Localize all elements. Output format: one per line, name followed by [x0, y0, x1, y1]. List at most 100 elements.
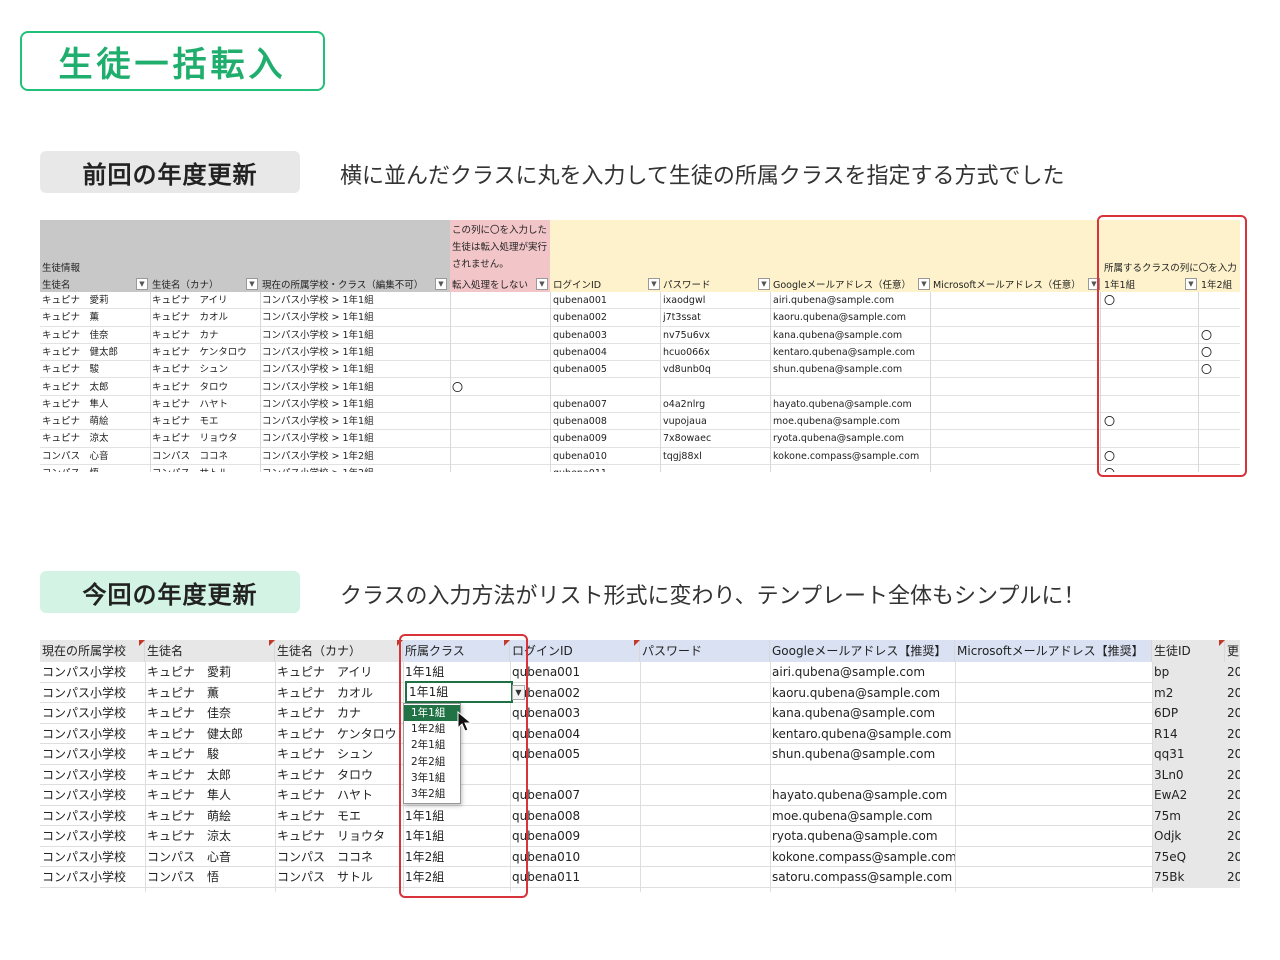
old-cell-current-class[interactable]: コンパス小学校 > 1年2組 [262, 465, 374, 472]
old-cell-login-id[interactable]: qubena005 [553, 361, 607, 378]
filter-dropdown-icon[interactable]: ▼ [918, 278, 930, 290]
new-cell-name[interactable]: キュピナ 駿 [145, 744, 275, 765]
old-cell-kana[interactable]: キュピナ ハヤト [152, 396, 228, 413]
old-cell-name[interactable]: コンパス 悟 [42, 465, 99, 472]
new-cell-password[interactable] [640, 703, 770, 724]
new-cell-google[interactable]: kentaro.qubena@sample.com [770, 724, 955, 745]
new-cell-name[interactable]: キュピナ 涼太 [145, 826, 275, 847]
new-cell-name[interactable]: キュピナ 健太郎 [145, 724, 275, 745]
new-cell-password[interactable] [640, 662, 770, 683]
old-cell-current-class[interactable]: コンパス小学校 > 1年1組 [262, 413, 374, 430]
old-cell-password[interactable]: o4a2nlrg [663, 396, 705, 413]
new-cell-login-id[interactable]: qubena003 [510, 703, 640, 724]
new-cell-student-id[interactable]: bp [1152, 662, 1225, 683]
new-cell-google[interactable]: kokone.compass@sample.com [770, 847, 955, 868]
new-cell-student-id[interactable]: qq31 [1152, 744, 1225, 765]
old-cell-name[interactable]: キュピナ 愛莉 [42, 292, 109, 309]
new-cell-kana[interactable]: キュピナ アイリ [275, 662, 403, 683]
old-cell-google[interactable]: kaoru.qubena@sample.com [773, 309, 906, 326]
new-cell-password[interactable] [640, 683, 770, 704]
new-cell-password[interactable] [640, 806, 770, 827]
old-cell-password[interactable]: vd8unb0q [663, 361, 711, 378]
old-cell-current-class[interactable]: コンパス小学校 > 1年1組 [262, 292, 374, 309]
old-cell-login-id[interactable]: qubena002 [553, 309, 607, 326]
new-cell-password[interactable] [640, 744, 770, 765]
new-cell-updated[interactable]: 20 [1225, 846, 1240, 867]
old-cell-current-class[interactable]: コンパス小学校 > 1年1組 [262, 361, 374, 378]
old-cell-google[interactable]: kokone.compass@sample.com [773, 448, 919, 465]
filter-dropdown-icon[interactable]: ▼ [136, 278, 148, 290]
old-cell-kana[interactable]: コンパス ココネ [152, 448, 228, 465]
new-cell-microsoft[interactable] [955, 662, 1152, 683]
old-cell-kana[interactable]: コンパス サトル [152, 465, 228, 472]
new-cell-updated[interactable]: 20 [1225, 662, 1240, 683]
new-cell-login-id[interactable]: qubena010 [510, 847, 640, 868]
new-cell-kana[interactable]: キュピナ ケンタロウ [275, 724, 403, 745]
old-cell-kana[interactable]: キュピナ ケンタロウ [152, 344, 247, 361]
new-cell-login-id[interactable]: qubena005 [510, 744, 640, 765]
new-cell-kana[interactable]: キュピナ タロウ [275, 765, 403, 786]
new-cell-school[interactable]: コンパス小学校 [40, 662, 145, 683]
new-cell-microsoft[interactable] [955, 724, 1152, 745]
new-cell-name[interactable]: コンパス 心音 [145, 847, 275, 868]
old-cell-name[interactable]: キュピナ 隼人 [42, 396, 109, 413]
new-cell-student-id[interactable]: Odjk [1152, 826, 1225, 847]
old-cell-google[interactable]: moe.qubena@sample.com [773, 413, 900, 430]
old-cell-current-class[interactable]: コンパス小学校 > 1年1組 [262, 327, 374, 344]
new-cell-updated[interactable]: 20 [1225, 744, 1240, 765]
new-cell-updated[interactable]: 20 [1225, 682, 1240, 703]
new-cell-student-id[interactable]: R14 [1152, 723, 1225, 744]
new-cell-updated[interactable]: 20 [1225, 805, 1240, 826]
new-cell-school[interactable]: コンパス小学校 [40, 683, 145, 704]
new-cell-updated[interactable]: 20 [1225, 723, 1240, 744]
new-cell-updated[interactable]: 20 [1225, 826, 1240, 847]
new-cell-password[interactable] [640, 847, 770, 868]
old-cell-name[interactable]: キュピナ 萌絵 [42, 413, 109, 430]
new-cell-google[interactable]: ryota.qubena@sample.com [770, 826, 955, 847]
new-cell-login-id[interactable] [510, 765, 640, 786]
new-cell-student-id[interactable]: 75Bk [1152, 867, 1225, 888]
new-cell-login-id[interactable]: qubena008 [510, 806, 640, 827]
new-cell-kana[interactable]: キュピナ カオル [275, 683, 403, 704]
old-cell-google[interactable]: airi.qubena@sample.com [773, 292, 894, 309]
new-cell-microsoft[interactable] [955, 806, 1152, 827]
new-cell-name[interactable]: キュピナ 佳奈 [145, 703, 275, 724]
new-cell-password[interactable] [640, 826, 770, 847]
new-cell-student-id[interactable]: 75eQ [1152, 846, 1225, 867]
old-cell-current-class[interactable]: コンパス小学校 > 1年2組 [262, 448, 374, 465]
old-cell-current-class[interactable]: コンパス小学校 > 1年1組 [262, 379, 374, 396]
old-cell-google[interactable]: shun.qubena@sample.com [773, 361, 902, 378]
new-cell-name[interactable]: キュピナ 隼人 [145, 785, 275, 806]
old-cell-google[interactable]: kentaro.qubena@sample.com [773, 344, 915, 361]
old-cell-name[interactable]: キュピナ 佳奈 [42, 327, 109, 344]
old-cell-kana[interactable]: キュピナ カオル [152, 309, 228, 326]
new-cell-login-id[interactable]: qubena011 [510, 867, 640, 888]
new-cell-kana[interactable]: コンパス ココネ [275, 847, 403, 868]
new-cell-school[interactable]: コンパス小学校 [40, 703, 145, 724]
old-cell-kana[interactable]: キュピナ リョウタ [152, 430, 238, 447]
new-cell-microsoft[interactable] [955, 867, 1152, 888]
new-cell-student-id[interactable]: 75m [1152, 805, 1225, 826]
new-cell-school[interactable]: コンパス小学校 [40, 806, 145, 827]
old-cell-kana[interactable]: キュピナ アイリ [152, 292, 228, 309]
old-cell-current-class[interactable]: コンパス小学校 > 1年1組 [262, 430, 374, 447]
new-cell-login-id[interactable]: qubena007 [510, 785, 640, 806]
old-cell-google[interactable]: hayato.qubena@sample.com [773, 396, 912, 413]
old-cell-password[interactable]: vupojaua [663, 413, 707, 430]
new-cell-password[interactable] [640, 765, 770, 786]
new-cell-google[interactable]: kaoru.qubena@sample.com [770, 683, 955, 704]
old-cell-kana[interactable]: キュピナ カナ [152, 327, 219, 344]
new-cell-kana[interactable]: キュピナ モエ [275, 806, 403, 827]
old-cell-login-id[interactable]: qubena003 [553, 327, 607, 344]
new-cell-microsoft[interactable] [955, 683, 1152, 704]
old-cell-name[interactable]: キュピナ 涼太 [42, 430, 109, 447]
filter-dropdown-icon[interactable]: ▼ [648, 278, 660, 290]
new-cell-kana[interactable]: キュピナ リョウタ [275, 826, 403, 847]
new-cell-google[interactable]: hayato.qubena@sample.com [770, 785, 955, 806]
new-cell-updated[interactable]: 20 [1225, 867, 1240, 888]
new-cell-login-id[interactable]: qubena001 [510, 662, 640, 683]
new-cell-google[interactable]: satoru.compass@sample.com [770, 867, 955, 888]
old-cell-name[interactable]: キュピナ 駿 [42, 361, 99, 378]
new-cell-google[interactable]: airi.qubena@sample.com [770, 662, 955, 683]
old-cell-current-class[interactable]: コンパス小学校 > 1年1組 [262, 344, 374, 361]
